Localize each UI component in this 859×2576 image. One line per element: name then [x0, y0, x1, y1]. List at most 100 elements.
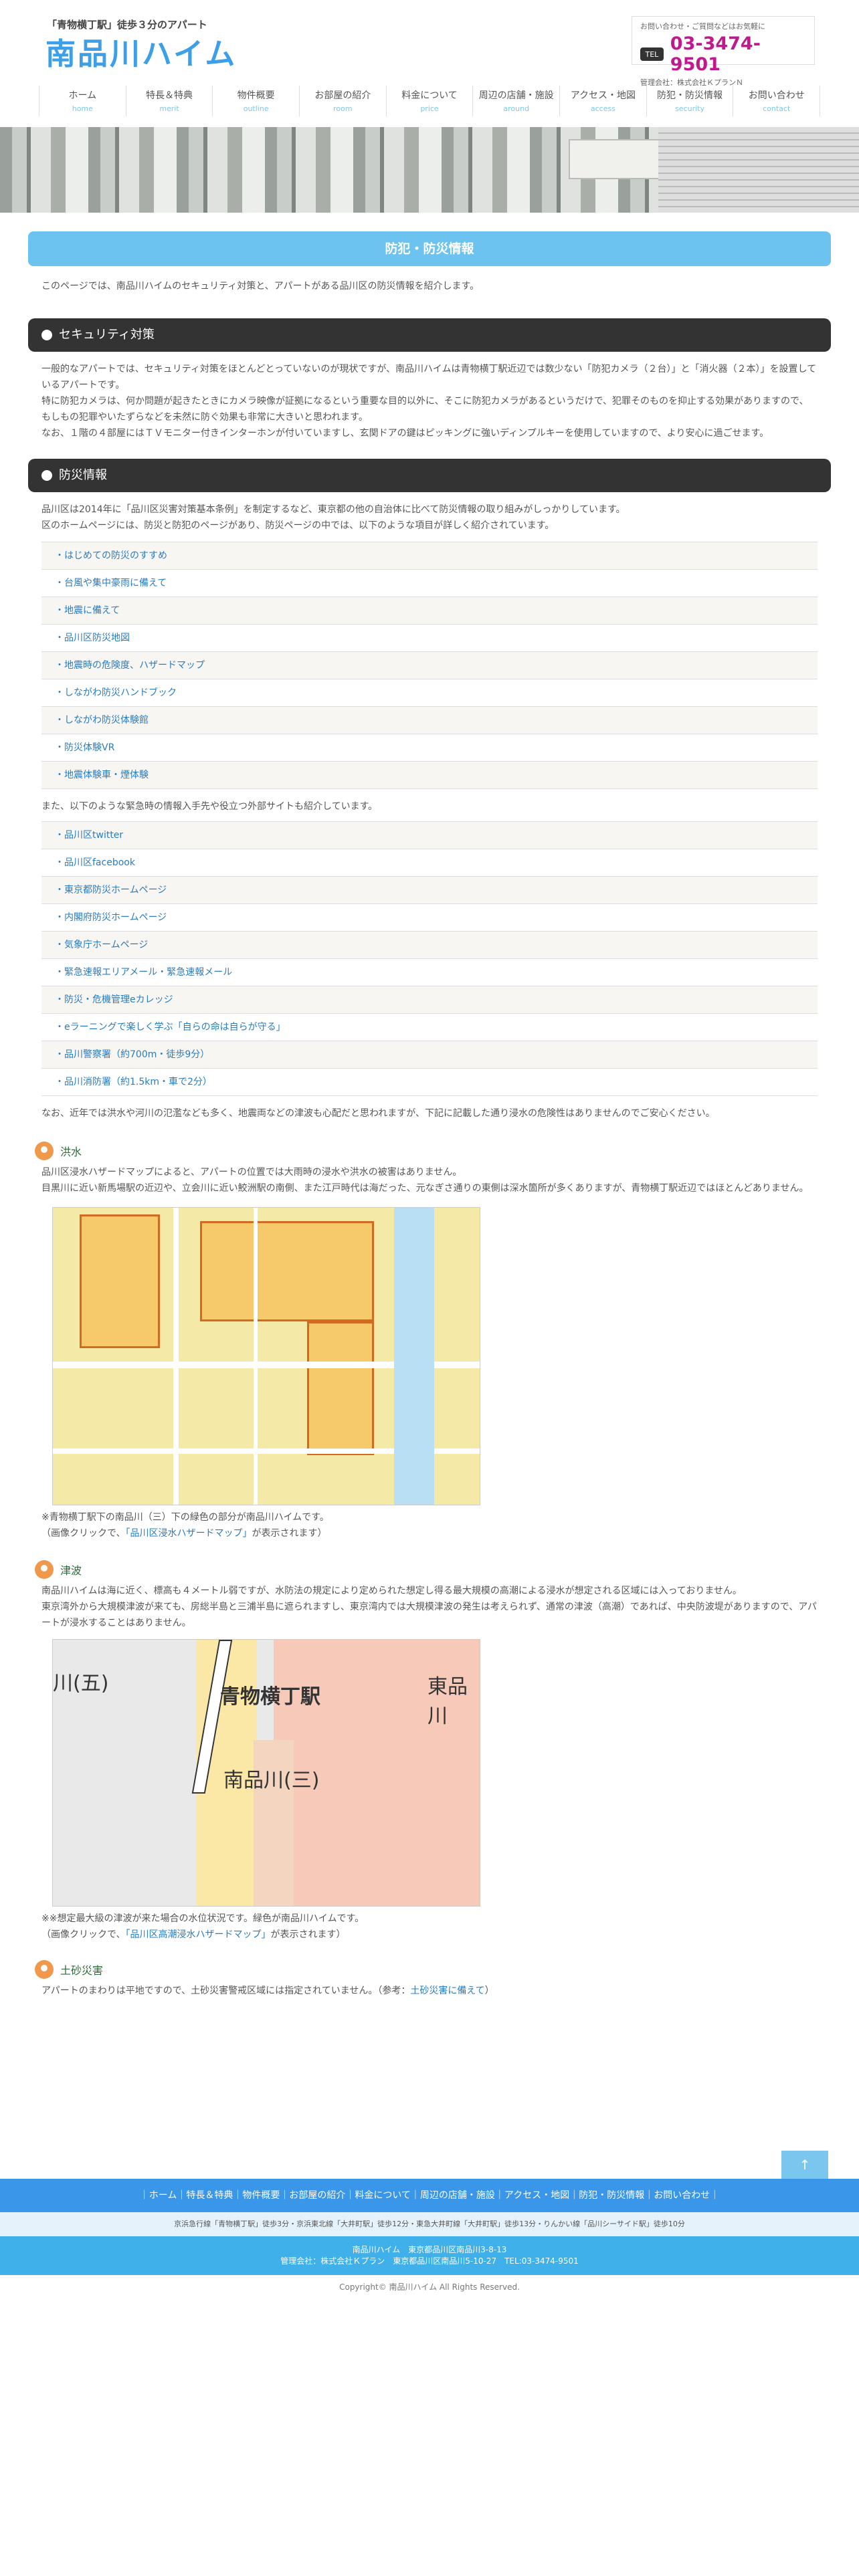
- tsunami-caption: ※※想定最大級の津波が来た場合の水位状況です。緑色が南品川ハイムです。 （画像ク…: [41, 1911, 818, 1943]
- nav-item-security[interactable]: 防犯・防災情報 security: [646, 86, 733, 116]
- nav-item-access[interactable]: アクセス・地図 access: [559, 86, 646, 116]
- list-item[interactable]: ・しながわ防災ハンドブック: [41, 679, 818, 707]
- flood-paragraph: 品川区浸水ハザードマップによると、アパートの位置では大雨時の浸水や洪水の被害はあ…: [41, 1167, 462, 1178]
- flood-heading: 洪水: [35, 1142, 824, 1160]
- map-label-east: 東品川: [427, 1675, 468, 1728]
- map-label-left: 川(五): [53, 1672, 109, 1695]
- footer-nav[interactable]: ｜ホーム｜特長＆特典｜物件概要｜お部屋の紹介｜料金について｜周辺の店舗・施設｜ア…: [0, 2179, 859, 2212]
- tsunami-body: 南品川ハイムは海に近く、標高も４メートル弱ですが、水防法の規定により定められた想…: [41, 1583, 818, 1631]
- nav-label: 物件概要: [237, 90, 275, 101]
- nav-item-around[interactable]: 周辺の店舗・施設 around: [472, 86, 559, 116]
- flood-caption-1: ※青物横丁駅下の南品川（三）下の緑色の部分が南品川ハイムです。: [41, 1512, 329, 1523]
- flood-hazard-map-link[interactable]: 「品川区浸水ハザードマップ」: [125, 1528, 252, 1539]
- list-item[interactable]: ・台風や集中豪雨に備えて: [41, 570, 818, 597]
- phone-number[interactable]: 03-3474-9501: [670, 33, 806, 75]
- nav-item-merit[interactable]: 特長＆特典 merit: [125, 86, 213, 116]
- tsunami-hazard-map-link[interactable]: 「品川区高潮浸水ハザードマップ」: [125, 1929, 270, 1940]
- list-item[interactable]: ・気象庁ホームページ: [41, 932, 818, 959]
- map-zone: [80, 1214, 160, 1348]
- footer-info: 南品川ハイム 東京都品川区南品川3-8-13 管理会社：株式会社Ｋプラン 東京都…: [0, 2236, 859, 2275]
- nav-label: 特長＆特典: [146, 90, 193, 101]
- tsunami-heading-text: 津波: [60, 1564, 82, 1577]
- list-item[interactable]: ・内閣府防災ホームページ: [41, 904, 818, 932]
- nav-item-contact[interactable]: お問い合わせ contact: [733, 86, 821, 116]
- global-nav: ホーム home 特長＆特典 merit 物件概要 outline お部屋の紹介 room 料金…: [39, 86, 821, 116]
- map-label-station: 青物横丁駅: [220, 1685, 320, 1709]
- landslide-heading: 土砂災害: [35, 1960, 824, 1979]
- caption-text: が表示されます）: [270, 1929, 346, 1940]
- nav-item-price[interactable]: 料金について price: [385, 86, 473, 116]
- nav-label: アクセス・地図: [570, 90, 636, 101]
- list-item[interactable]: ・eラーニングで楽しく学ぶ「自らの命は自らが守る」: [41, 1014, 818, 1041]
- landslide-text-post: ）: [484, 1985, 494, 1996]
- disaster-heading-text: 防災情報: [59, 468, 107, 482]
- nav-label: 周辺の店舗・施設: [478, 90, 554, 101]
- nav-item-outline[interactable]: 物件概要 outline: [212, 86, 299, 116]
- list-item[interactable]: ・地震時の危険度、ハザードマップ: [41, 652, 818, 679]
- map-pin-icon: [35, 1142, 54, 1160]
- nav-item-home[interactable]: ホーム home: [39, 86, 126, 116]
- site-logo[interactable]: 南品川ハイム: [45, 29, 237, 73]
- nav-sublabel: home: [72, 104, 93, 113]
- nav-sublabel: price: [420, 104, 439, 113]
- nav-label: お部屋の紹介: [314, 90, 371, 101]
- map-road: [254, 1208, 258, 1505]
- bullet-circle-icon: [41, 470, 52, 481]
- list-item[interactable]: ・防災・危機管理eカレッジ: [41, 986, 818, 1014]
- site-header: 「青物横丁駅」徒歩３分のアパート 南品川ハイム お問い合わせ・ご質問などはお気軽…: [0, 0, 859, 87]
- footer-address: 南品川ハイム 東京都品川区南品川3-8-13: [352, 2245, 507, 2254]
- list-item[interactable]: ・緊急速報エリアメール・緊急速報メール: [41, 959, 818, 986]
- map-label-area: 南品川(三): [223, 1769, 320, 1792]
- copyright: Copyright© 南品川ハイム All Rights Reserved.: [339, 2282, 520, 2292]
- list-item[interactable]: ・品川区twitter: [41, 822, 818, 849]
- list-item[interactable]: ・品川警察署（約700m・徒歩9分）: [41, 1041, 818, 1069]
- list-item[interactable]: ・はじめての防災のすすめ: [41, 542, 818, 570]
- map-road: [173, 1208, 179, 1505]
- list-item[interactable]: ・品川区防災地図: [41, 625, 818, 652]
- caption-text: が表示されます）: [252, 1528, 327, 1539]
- disaster-heading: 防災情報: [28, 459, 831, 492]
- page-title: 防犯・防災情報: [28, 231, 831, 266]
- disaster-topics-list: ・はじめての防災のすすめ ・台風や集中豪雨に備えて ・地震に備えて ・品川区防災地図・…: [41, 542, 818, 789]
- disaster-intro-2: 区のホームページには、防災と防犯のページがあり、防災ページの中では、以下のような…: [41, 520, 555, 531]
- list-item[interactable]: ・東京都防災ホームページ: [41, 877, 818, 904]
- flood-caption-2: （画像クリックで、「品川区浸水ハザードマップ」が表示されます）: [41, 1525, 818, 1541]
- flood-hazard-map-image[interactable]: [52, 1207, 480, 1505]
- map-river: [394, 1208, 434, 1505]
- nav-sublabel: merit: [159, 104, 179, 113]
- footer-manager: 管理会社：株式会社Ｋプラン 東京都品川区南品川5-10-27 TEL:03-34…: [280, 2256, 579, 2266]
- flood-caption: ※青物横丁駅下の南品川（三）下の緑色の部分が南品川ハイムです。 （画像クリックで…: [41, 1509, 818, 1541]
- map-pin-icon: [35, 1960, 54, 1979]
- back-to-top-button[interactable]: ↑: [781, 2151, 828, 2179]
- nav-label: 料金について: [401, 90, 458, 101]
- nav-label: 防犯・防災情報: [657, 90, 723, 101]
- list-item[interactable]: ・防災体験VR: [41, 734, 818, 762]
- tsunami-caption-1: ※※想定最大級の津波が来た場合の水位状況です。緑色が南品川ハイムです。: [41, 1913, 365, 1924]
- security-body: 一般的なアパートでは、セキュリティ対策をほとんどとっていないのが現状ですが、南品…: [41, 361, 818, 441]
- tsunami-paragraph: 南品川ハイムは海に近く、標高も４メートル弱ですが、水防法の規定により定められた想…: [41, 1586, 742, 1596]
- list-item[interactable]: ・品川消防署（約1.5km・車で2分）: [41, 1069, 818, 1096]
- nav-sublabel: access: [590, 104, 615, 113]
- list-item[interactable]: ・地震に備えて: [41, 597, 818, 625]
- list-item[interactable]: ・地震体験車・煙体験: [41, 762, 818, 789]
- nav-sublabel: security: [675, 104, 704, 113]
- list-item[interactable]: ・しながわ防災体験館: [41, 707, 818, 734]
- banner-wall-panel: [658, 127, 859, 213]
- tsunami-paragraph: 東京湾外から大規模津波が来ても、房総半島と三浦半島に遮られますし、東京湾内では大…: [41, 1602, 817, 1628]
- nav-label: ホーム: [68, 90, 97, 101]
- nav-sublabel: around: [503, 104, 530, 113]
- flood-paragraph: 目黒川に近い新馬場駅の近辺や、立会川に近い鮫洲駅の南側、また江戸時代は海だった、…: [41, 1183, 809, 1194]
- contact-note: お問い合わせ・ご質問などはお気軽に: [640, 22, 765, 31]
- page-intro: このページでは、南品川ハイムのセキュリティ対策と、アパートがある品川区の防災情報…: [41, 281, 480, 292]
- header-banner-image: [0, 127, 859, 213]
- list-item[interactable]: ・品川区facebook: [41, 849, 818, 877]
- contact-box: お問い合わせ・ご質問などはお気軽に TEL 03-3474-9501 管理会社：…: [632, 16, 815, 87]
- tsunami-hazard-map-image[interactable]: 青物横丁駅 南品川(三) 東品川 川(五): [52, 1639, 480, 1907]
- telephone-icon: TEL: [640, 47, 664, 61]
- security-paragraph: なお、１階の４部屋にはＴＶモニター付きインターホンが付いていますし、玄関ドアの鍵…: [41, 428, 769, 439]
- flood-body: 品川区浸水ハザードマップによると、アパートの位置では大雨時の浸水や洪水の被害はあ…: [41, 1164, 818, 1196]
- phone-row: TEL 03-3474-9501: [640, 33, 806, 75]
- nav-item-room[interactable]: お部屋の紹介 room: [299, 86, 386, 116]
- landslide-link[interactable]: 土砂災害に備えて: [410, 1985, 484, 1996]
- footer-access: 京浜急行線「青物横丁駅」徒歩3分・京浜東北線「大井町駅」徒歩12分・東急大井町線…: [0, 2212, 859, 2236]
